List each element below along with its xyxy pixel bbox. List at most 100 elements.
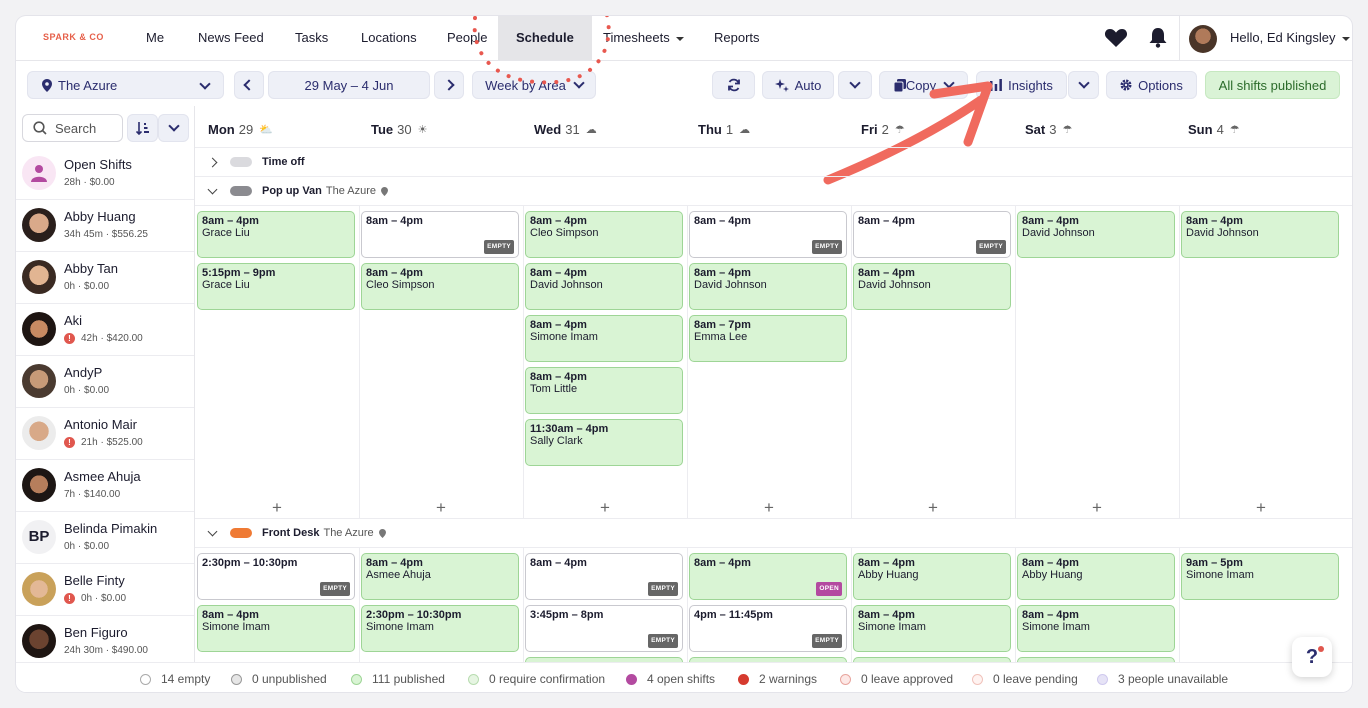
chevron-left-icon [243,79,255,91]
day-number: 3 [1049,122,1057,137]
shift-card[interactable]: 8am – 4pm Grace Liu [197,211,355,258]
shift-card[interactable]: 8am – 4pm David Johnson [525,263,683,310]
add-shift-button[interactable]: + [600,498,610,518]
shift-time: 3:45pm – 8pm [530,609,604,621]
shift-card[interactable]: 8am – 4pm EMPTY [525,553,683,600]
shift-card[interactable]: 8am – 4pm David Johnson [853,263,1011,310]
shift-card[interactable]: 8am – 4pm Abby Huang [853,553,1011,600]
shift-card[interactable]: 11:30am – 4pm Sally Clark [525,419,683,466]
day-number: 4 [1216,122,1224,137]
employee-row[interactable]: Ben Figuro 24h 30m · $490.00 [16,616,194,668]
shift-card[interactable]: 8am – 4pm Simone Imam [853,605,1011,652]
heart-icon[interactable] [1104,28,1128,48]
add-shift-button[interactable]: + [928,498,938,518]
grid-line [1015,206,1016,518]
legend-item: 3 people unavailable [1097,672,1228,686]
refresh-button[interactable] [712,71,755,99]
publish-status-badge[interactable]: All shifts published [1205,71,1340,99]
shift-person: Grace Liu [202,279,250,291]
shift-card[interactable]: 4pm – 11:45pm EMPTY [689,605,847,652]
employee-row[interactable]: Belle Finty ! 0h · $0.00 [16,564,194,616]
add-shift-button[interactable]: + [436,498,446,518]
help-button[interactable]: ? [1292,637,1332,677]
nav-schedule[interactable]: Schedule [498,16,592,60]
copy-button[interactable]: Copy [879,71,968,99]
shift-card[interactable]: 3:45pm – 8pm EMPTY [525,605,683,652]
nav-tasks[interactable]: Tasks [295,16,328,60]
shift-card[interactable]: 8am – 4pm Tom Little [525,367,683,414]
options-button[interactable]: Options [1106,71,1197,99]
employee-row[interactable]: AndyP 0h · $0.00 [16,356,194,408]
shift-card[interactable]: 8am – 4pm Simone Imam [525,315,683,362]
add-shift-button[interactable]: + [1256,498,1266,518]
sort-button[interactable] [127,114,158,142]
user-avatar[interactable] [1189,25,1217,53]
options-label: Options [1138,77,1183,93]
legend-item: 2 warnings [738,672,817,686]
warning-icon: ! [64,437,75,448]
legend-label: 0 unpublished [252,672,327,686]
legend-swatch [738,673,749,685]
filter-dropdown-button[interactable] [158,114,189,142]
shift-card[interactable]: 8am – 4pm OPEN [689,553,847,600]
employee-row[interactable]: Asmee Ahuja 7h · $140.00 [16,460,194,512]
group-row-pop-up-van[interactable]: Pop up Van The Azure [195,177,389,205]
shift-card[interactable]: 5:15pm – 9pm Grace Liu [197,263,355,310]
shift-card[interactable]: 8am – 4pm Cleo Simpson [361,263,519,310]
group-row-time-off[interactable]: Time off [195,148,305,176]
auto-dropdown-button[interactable] [838,71,872,99]
add-shift-button[interactable]: + [1092,498,1102,518]
shift-card[interactable]: 2:30pm – 10:30pm Simone Imam [361,605,519,652]
shift-card[interactable]: 8am – 4pm Abby Huang [1017,553,1175,600]
employee-row[interactable]: Aki ! 42h · $420.00 [16,304,194,356]
shift-card[interactable]: 8am – 4pm David Johnson [689,263,847,310]
shift-card[interactable]: 2:30pm – 10:30pm EMPTY [197,553,355,600]
shift-card[interactable]: 8am – 4pm Asmee Ahuja [361,553,519,600]
insights-button[interactable]: Insights [976,71,1067,99]
insights-dropdown-button[interactable] [1068,71,1099,99]
view-select[interactable]: Week by Area [472,71,596,99]
nav-reports[interactable]: Reports [714,16,760,60]
user-menu[interactable]: Hello, Ed Kingsley [1230,16,1350,60]
day-header-fri: Fri 2 ☂ [861,122,905,137]
shift-card[interactable]: 8am – 4pm EMPTY [689,211,847,258]
employee-name: Asmee Ahuja [64,469,141,484]
add-shift-button[interactable]: + [272,498,282,518]
nav-me[interactable]: Me [146,16,164,60]
bell-icon[interactable] [1148,27,1168,49]
employee-row[interactable]: Abby Tan 0h · $0.00 [16,252,194,304]
shift-card[interactable]: 8am – 4pm David Johnson [1181,211,1339,258]
nav-news-feed[interactable]: News Feed [198,16,264,60]
nav-people[interactable]: People [447,16,487,60]
shift-card[interactable]: 8am – 4pm EMPTY [853,211,1011,258]
employee-row[interactable]: Abby Huang 34h 45m · $556.25 [16,200,194,252]
auto-button[interactable]: Auto [762,71,834,99]
prev-week-button[interactable] [234,71,264,99]
next-week-button[interactable] [434,71,464,99]
shift-time: 8am – 4pm [530,319,587,331]
employee-row[interactable]: BP Belinda Pimakin 0h · $0.00 [16,512,194,564]
grid-line [195,147,1352,148]
shift-card[interactable]: 8am – 4pm EMPTY [361,211,519,258]
group-row-front-desk[interactable]: Front Desk The Azure [195,519,386,547]
nav-locations[interactable]: Locations [361,16,417,60]
chevron-down-icon [207,526,218,536]
shift-time: 4pm – 11:45pm [694,609,773,621]
shift-card[interactable]: 9am – 5pm Simone Imam [1181,553,1339,600]
employee-row[interactable]: Open Shifts 28h · $0.00 [16,148,194,200]
employee-row[interactable]: Antonio Mair ! 21h · $525.00 [16,408,194,460]
shift-card[interactable]: 8am – 4pm Cleo Simpson [525,211,683,258]
location-select[interactable]: The Azure [27,71,224,99]
day-name: Sun [1188,122,1213,137]
shift-card[interactable]: 8am – 4pm David Johnson [1017,211,1175,258]
date-range-button[interactable]: 29 May – 4 Jun [268,71,430,99]
shift-card[interactable]: 8am – 4pm Simone Imam [197,605,355,652]
nav-timesheets[interactable]: Timesheets [603,16,684,60]
legend-swatch [1097,673,1108,685]
shift-card[interactable]: 8am – 7pm Emma Lee [689,315,847,362]
search-input[interactable]: Search [22,114,123,142]
employee-hours-text: 28h · $0.00 [64,177,115,188]
add-shift-button[interactable]: + [764,498,774,518]
brand-logo[interactable]: SPARK & CO [43,32,104,42]
shift-card[interactable]: 8am – 4pm Simone Imam [1017,605,1175,652]
